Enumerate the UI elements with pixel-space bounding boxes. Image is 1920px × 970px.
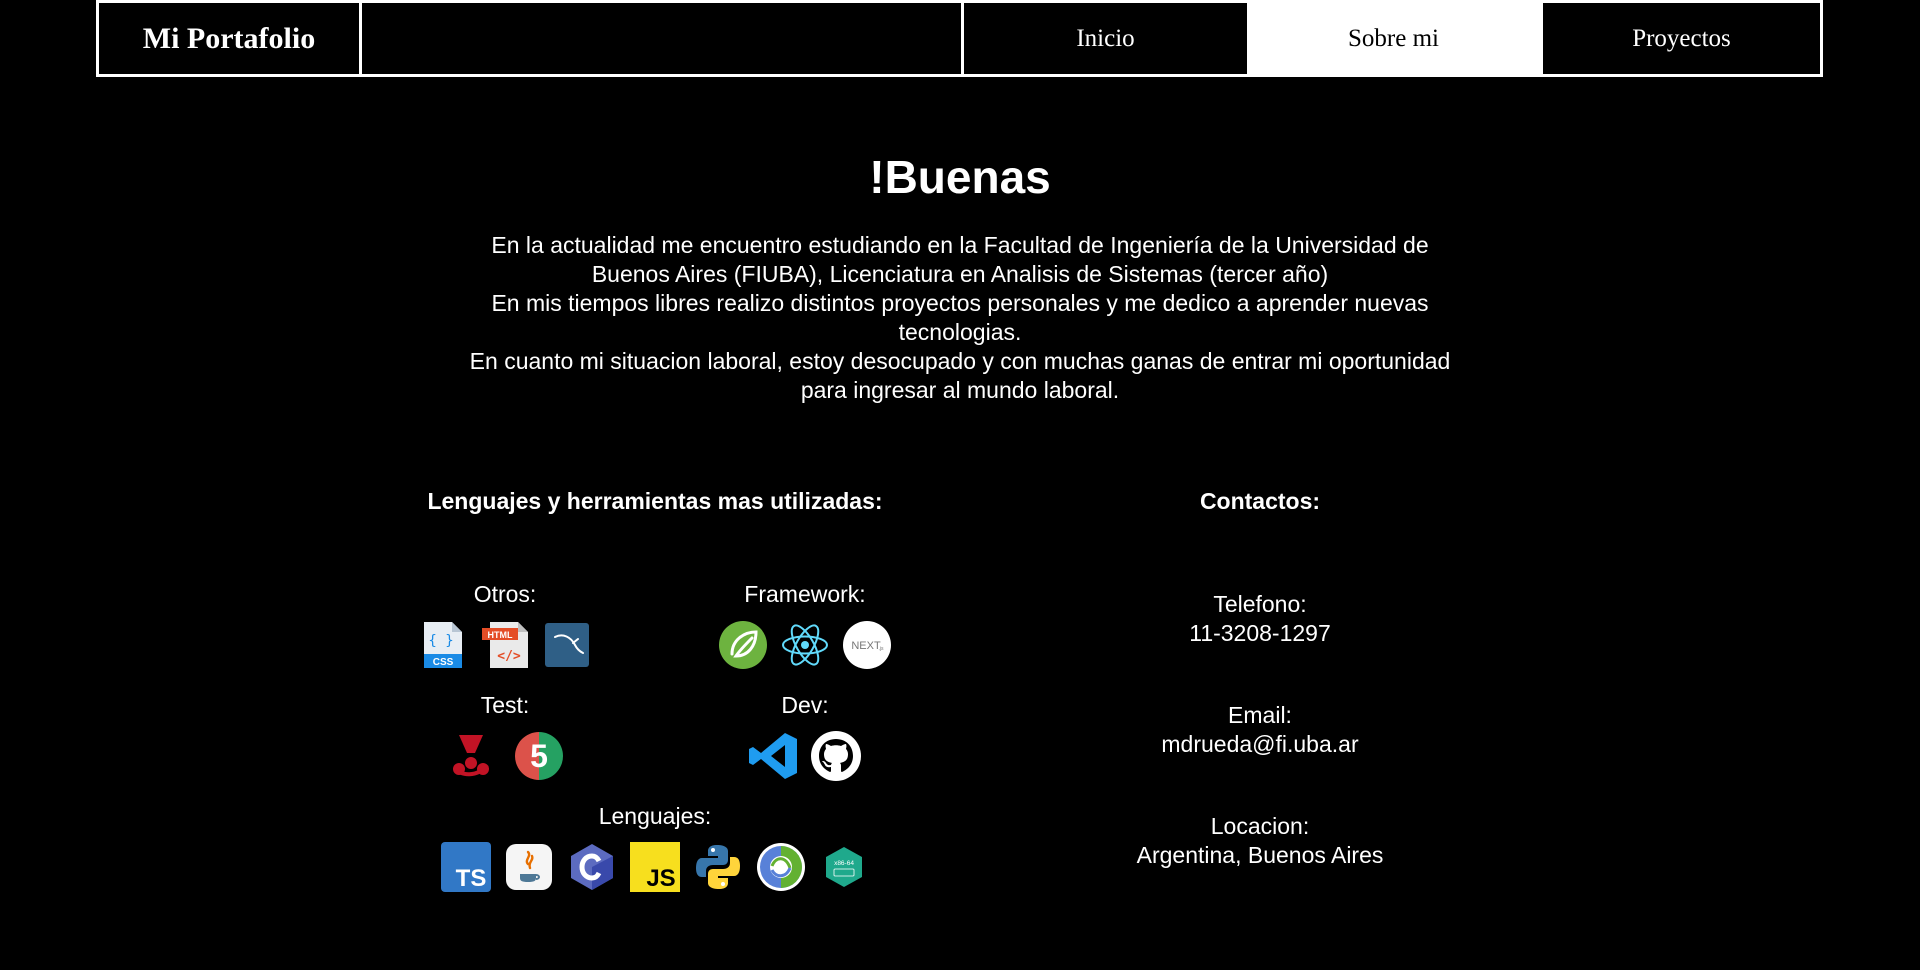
jest-icon	[446, 731, 496, 781]
typescript-icon-text: TS	[456, 865, 487, 892]
nextjs-icon: NEXT .js	[842, 620, 892, 670]
brand-logo[interactable]: Mi Portafolio	[99, 3, 362, 74]
intro-text: En la actualidad me encuentro estudiando…	[460, 231, 1460, 405]
tools-group-otros: Otros: CSS { } HTML </>	[405, 581, 605, 670]
nav-item-inicio[interactable]: Inicio	[964, 3, 1247, 74]
contact-locacion-value: Argentina, Buenos Aires	[1136, 842, 1384, 868]
html-icon-text: HTML	[488, 630, 513, 640]
contact-email: Email: mdrueda@fi.uba.ar	[1060, 701, 1460, 759]
assembly-x86-icon: x86-64	[819, 842, 869, 892]
svg-text:{ }: { }	[428, 633, 453, 649]
contact-email-label: Email:	[1228, 702, 1292, 728]
greeting-heading: !Buenas	[869, 151, 1051, 203]
group-label-lenguajes: Lenguajes:	[598, 803, 712, 829]
svg-text:.js: .js	[879, 646, 885, 652]
group-label-otros: Otros:	[473, 581, 537, 607]
javascript-icon: JS	[630, 842, 680, 892]
tools-group-dev: Dev:	[705, 692, 905, 781]
css-icon-text: CSS	[433, 657, 454, 668]
junit5-icon-text: 5	[530, 738, 548, 774]
mysql-icon	[542, 620, 592, 670]
group-label-dev: Dev:	[781, 692, 829, 718]
nextjs-icon-text: NEXT	[851, 640, 881, 652]
contact-telefono-value: 11-3208-1297	[1189, 620, 1331, 646]
contact-telefono-label: Telefono:	[1213, 591, 1307, 617]
react-icon	[780, 620, 830, 670]
intro-paragraph-hobbies: En mis tiempos libres realizo distintos …	[491, 290, 1429, 345]
spring-icon	[718, 620, 768, 670]
contacts-heading: Contactos:	[1199, 488, 1321, 514]
contact-telefono: Telefono: 11-3208-1297	[1060, 590, 1460, 648]
group-label-framework: Framework:	[744, 581, 866, 607]
tools-group-test: Test: 5	[405, 692, 605, 781]
python-icon	[693, 842, 743, 892]
top-nav: Mi Portafolio Inicio Sobre mi Proyectos	[96, 0, 1823, 77]
assembly-icon-text: x86-64	[834, 860, 854, 867]
tools-heading: Lenguajes y herramientas mas utilizadas:	[427, 488, 883, 514]
javascript-icon-text: JS	[646, 865, 675, 892]
html-icon: HTML </>	[480, 620, 530, 670]
c-language-icon	[567, 842, 617, 892]
intro-paragraph-work: En cuanto mi situacion laboral, estoy de…	[469, 348, 1451, 403]
svg-text:</>: </>	[497, 649, 521, 664]
css-icon: CSS { }	[418, 620, 468, 670]
github-icon	[811, 731, 861, 781]
junit5-icon: 5	[514, 731, 564, 781]
tools-group-lenguajes: Lenguajes: TS JS x86-64	[405, 803, 905, 892]
nav-item-proyectos[interactable]: Proyectos	[1540, 3, 1820, 74]
typescript-icon: TS	[441, 842, 491, 892]
contact-email-value: mdrueda@fi.uba.ar	[1161, 731, 1359, 757]
contact-locacion-label: Locacion:	[1210, 813, 1310, 839]
nav-item-sobre-mi[interactable]: Sobre mi	[1247, 3, 1540, 74]
nav-spacer	[362, 3, 964, 74]
group-label-test: Test:	[480, 692, 530, 718]
clojure-icon	[756, 842, 806, 892]
intro-paragraph-studies: En la actualidad me encuentro estudiando…	[491, 232, 1429, 287]
contact-locacion: Locacion: Argentina, Buenos Aires	[1060, 812, 1460, 870]
tools-group-framework: Framework: NEXT .js	[705, 581, 905, 670]
vscode-icon	[749, 731, 799, 781]
java-icon	[504, 842, 554, 892]
